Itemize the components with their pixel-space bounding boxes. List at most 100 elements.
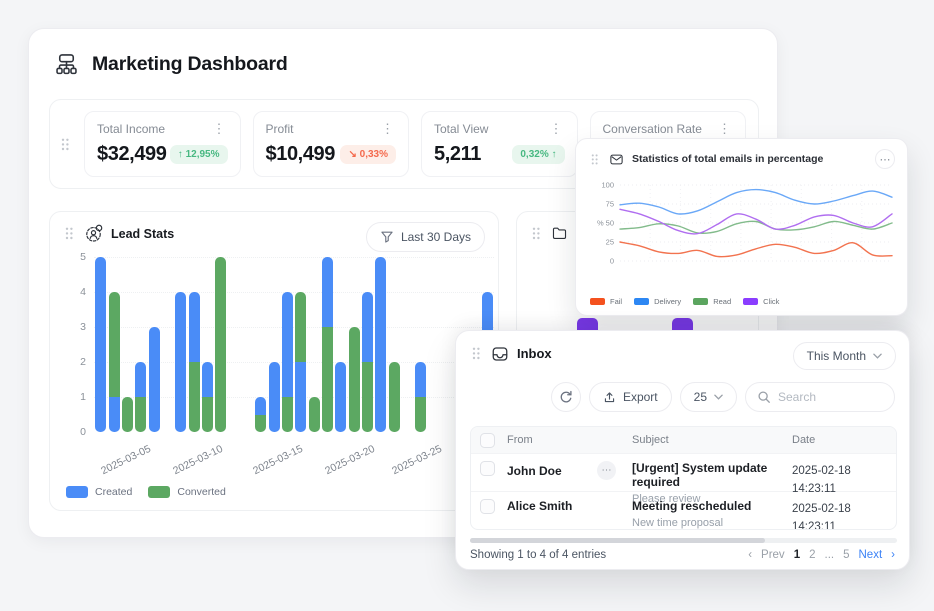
bar-segment-converted [202,397,213,432]
email-subject: [Urgent] System update required [632,461,792,489]
bar-segment-created [415,362,426,397]
bar-segment-created [109,397,120,432]
lead-chart-x-axis: 2025-03-052025-03-102025-03-152025-03-20… [94,440,494,482]
legend-label: Click [763,297,779,306]
page-size-value: 25 [694,390,707,404]
svg-text:%: % [597,219,604,228]
bar-segment-created [95,257,106,432]
stat-card-total-income: Total Income ⋮ $32,499 ↑ 12,95% [84,111,241,177]
drag-handle-icon[interactable] [588,151,601,168]
y-tick-label: 5 [80,251,86,263]
stat-label: Profit [266,122,294,136]
kebab-menu-icon[interactable]: ⋮ [211,122,228,135]
bar-segment-created [295,362,306,432]
row-checkbox[interactable] [480,461,495,476]
page-button-2[interactable]: 2 [809,549,815,561]
legend-swatch [693,298,708,305]
page-title: Marketing Dashboard [92,53,288,76]
kebab-menu-icon[interactable]: ⋮ [548,122,565,135]
next-button[interactable]: Next [859,549,883,561]
select-all-checkbox[interactable] [480,433,495,448]
stat-label: Total Income [97,122,165,136]
column-header-subject: Subject [632,434,792,446]
search-box [745,382,895,412]
more-menu-icon[interactable]: ⋯ [875,149,895,169]
legend-label: Fail [610,297,622,306]
inbox-table: From Subject Date John Doe⋯[Urgent] Syst… [470,426,897,530]
refresh-icon [559,390,573,404]
y-tick-label: 4 [80,286,86,298]
page-button-5[interactable]: 5 [843,549,849,561]
bar-segment-created [375,257,386,432]
refresh-button[interactable] [551,382,581,412]
stat-badge: ↘ 0,33% [340,145,396,164]
kebab-menu-icon[interactable]: ⋮ [379,122,396,135]
svg-text:100: 100 [601,181,614,190]
search-input[interactable] [778,390,883,404]
drag-handle-icon[interactable] [62,224,76,243]
horizontal-scrollbar [470,538,897,543]
y-tick-label: 1 [80,391,86,403]
prev-button[interactable]: Prev [761,549,785,561]
bar-segment-converted [122,397,133,432]
legend-item-created: Created [66,486,132,498]
bar-segment-created [202,362,213,397]
legend-item-click: Click [743,297,779,306]
bar-segment-created [362,292,373,362]
stat-value: $32,499 [97,143,167,166]
inbox-icon [491,345,509,363]
email-date: 2025-02-18 14:23:11 [792,503,851,530]
sender-name: Alice Smith [507,499,572,513]
chevron-down-icon [714,394,723,400]
line-fail [620,242,892,257]
bar-segment-converted [309,397,320,432]
prev-chevron-icon[interactable]: ‹ [748,549,752,561]
search-icon [757,390,771,404]
inbox-row[interactable]: John Doe⋯[Urgent] System update required… [471,453,896,491]
bar-segment-converted [322,327,333,432]
legend-swatch [743,298,758,305]
drag-handle-icon[interactable] [529,224,543,243]
kebab-menu-icon[interactable]: ⋮ [716,122,733,135]
x-tick-label: 2025-03-20 [316,439,384,480]
funnel-icon [380,230,394,244]
chevron-down-icon [873,353,882,359]
page-size-dropdown[interactable]: 25 [680,382,737,412]
svg-text:25: 25 [606,238,614,247]
bar-segment-created [189,292,200,362]
export-label: Export [623,390,658,404]
bar-segment-created [322,257,333,327]
page-button-...[interactable]: ... [825,549,835,561]
column-header-from: From [507,434,632,446]
email-line-chart: 0255075100% [584,171,901,283]
row-menu-icon[interactable]: ⋯ [597,461,616,480]
inbox-footer: Showing 1 to 4 of 4 entries ‹ Prev 12... 5N… [470,549,895,561]
page-button-1[interactable]: 1 [794,549,800,561]
stat-label: Conversation Rate [603,122,702,136]
drag-handle-icon[interactable] [58,135,72,154]
legend-item-delivery: Delivery [634,297,681,306]
month-filter-dropdown[interactable]: This Month [793,342,896,370]
y-tick-label: 2 [80,356,86,368]
lead-chart [94,257,494,432]
lead-stats-card: Lead Stats Last 30 Days 012345 2025-03-0… [49,211,499,511]
drag-handle-icon[interactable] [469,344,483,363]
lead-chart-y-axis: 012345 [60,257,86,432]
month-filter-label: This Month [807,349,866,363]
legend-label: Delivery [654,297,681,306]
export-button[interactable]: Export [589,382,672,412]
row-checkbox[interactable] [480,499,495,514]
pagination: ‹ Prev 12... 5 Next › [748,549,895,561]
envelope-icon [609,152,624,167]
y-tick-label: 0 [80,426,86,438]
bar-segment-converted [295,292,306,362]
legend-swatch [590,298,605,305]
bar-segment-converted [189,362,200,432]
table-header-row: From Subject Date [471,427,896,453]
scrollbar-thumb[interactable] [470,538,765,543]
next-chevron-icon[interactable]: › [891,549,895,561]
entries-summary: Showing 1 to 4 of 4 entries [470,549,606,561]
last-30-days-filter-button[interactable]: Last 30 Days [366,222,485,252]
lead-icon [84,224,103,243]
stat-badge: 0,32% ↑ [512,145,564,164]
